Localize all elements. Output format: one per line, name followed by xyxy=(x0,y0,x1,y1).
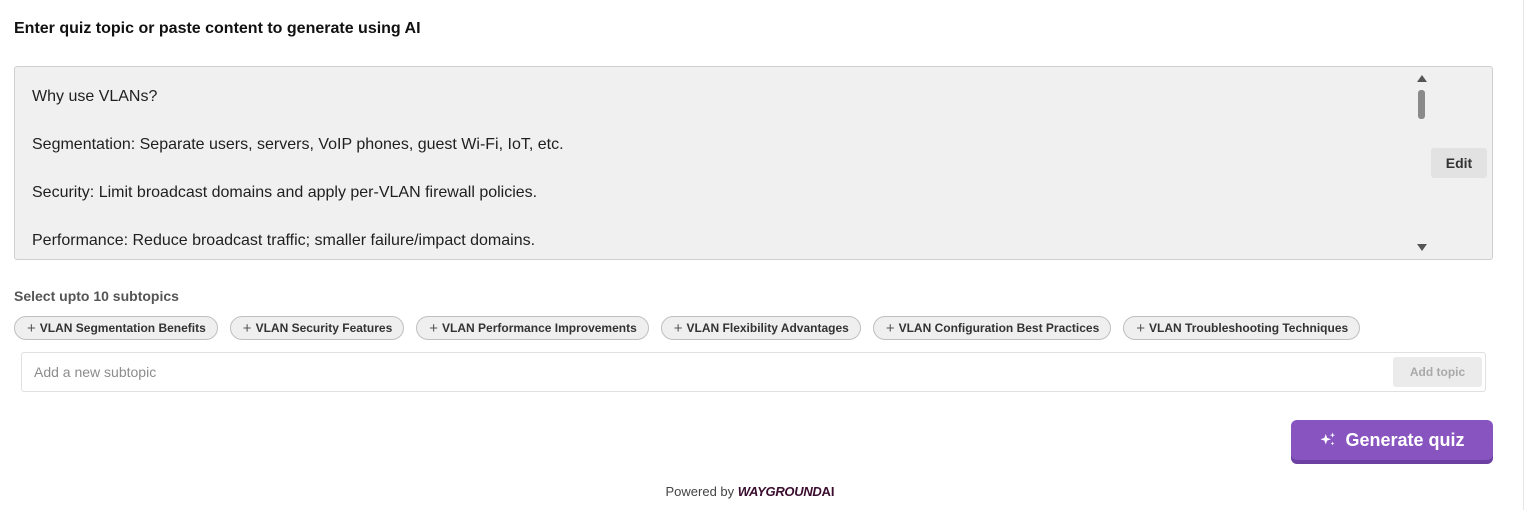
subtopic-chip[interactable]: + VLAN Troubleshooting Techniques xyxy=(1123,316,1361,340)
sparkle-icon xyxy=(1320,432,1336,446)
plus-icon: + xyxy=(27,319,36,337)
add-subtopic-row: Add topic xyxy=(21,352,1486,392)
subtopic-chip[interactable]: + VLAN Flexibility Advantages xyxy=(660,316,861,340)
subtopic-chip-label: VLAN Security Features xyxy=(255,321,393,335)
subtopic-chip-label: VLAN Performance Improvements xyxy=(442,321,637,335)
content-line: Segmentation: Separate users, servers, V… xyxy=(32,136,564,153)
powered-by-text: Powered by xyxy=(665,484,735,499)
plus-icon: + xyxy=(1136,319,1146,337)
content-text: Why use VLANs? Segmentation: Separate us… xyxy=(32,85,1412,259)
content-scrollbar[interactable] xyxy=(1415,67,1429,259)
subtopic-chip-label: VLAN Flexibility Advantages xyxy=(686,321,849,335)
page-title: Enter quiz topic or paste content to gen… xyxy=(14,20,421,37)
generate-quiz-button[interactable]: Generate quiz xyxy=(1291,420,1493,460)
content-line: Performance: Reduce broadcast traffic; s… xyxy=(32,232,536,249)
plus-icon: + xyxy=(673,319,683,337)
brand-ai-suffix: AI xyxy=(821,484,835,499)
subtopic-chip[interactable]: + VLAN Performance Improvements xyxy=(416,316,649,340)
scroll-up-arrow-icon[interactable] xyxy=(1417,75,1427,82)
content-textarea[interactable]: Why use VLANs? Segmentation: Separate us… xyxy=(14,66,1493,260)
plus-icon: + xyxy=(429,319,439,337)
content-line: Security: Limit broadcast domains and ap… xyxy=(32,184,538,201)
divider xyxy=(1523,0,1524,510)
subtopic-chip[interactable]: + VLAN Configuration Best Practices xyxy=(872,316,1112,340)
add-topic-button[interactable]: Add topic xyxy=(1393,357,1482,387)
scroll-thumb[interactable] xyxy=(1418,90,1425,119)
subtopic-chips: + VLAN Segmentation Benefits + VLAN Secu… xyxy=(14,316,1361,340)
subtopic-chip-label: VLAN Segmentation Benefits xyxy=(39,321,206,335)
generate-quiz-label: Generate quiz xyxy=(1345,429,1465,450)
quiz-generator-page: Enter quiz topic or paste content to gen… xyxy=(0,0,1526,510)
subtopic-input[interactable] xyxy=(22,353,1406,391)
subtopic-chip-label: VLAN Configuration Best Practices xyxy=(898,321,1100,335)
edit-button[interactable]: Edit xyxy=(1431,148,1487,178)
subtopics-label: Select upto 10 subtopics xyxy=(14,288,179,304)
plus-icon: + xyxy=(242,319,252,337)
brand-logo: WAYGROUND xyxy=(737,484,822,499)
subtopic-chip-label: VLAN Troubleshooting Techniques xyxy=(1149,321,1349,335)
plus-icon: + xyxy=(885,319,895,337)
subtopic-chip[interactable]: + VLAN Segmentation Benefits xyxy=(14,316,218,340)
scroll-down-arrow-icon[interactable] xyxy=(1417,244,1427,251)
powered-by-footer: Powered by WAYGROUNDAI xyxy=(0,484,1500,499)
subtopic-chip[interactable]: + VLAN Security Features xyxy=(229,316,405,340)
content-line: Why use VLANs? xyxy=(32,88,158,105)
